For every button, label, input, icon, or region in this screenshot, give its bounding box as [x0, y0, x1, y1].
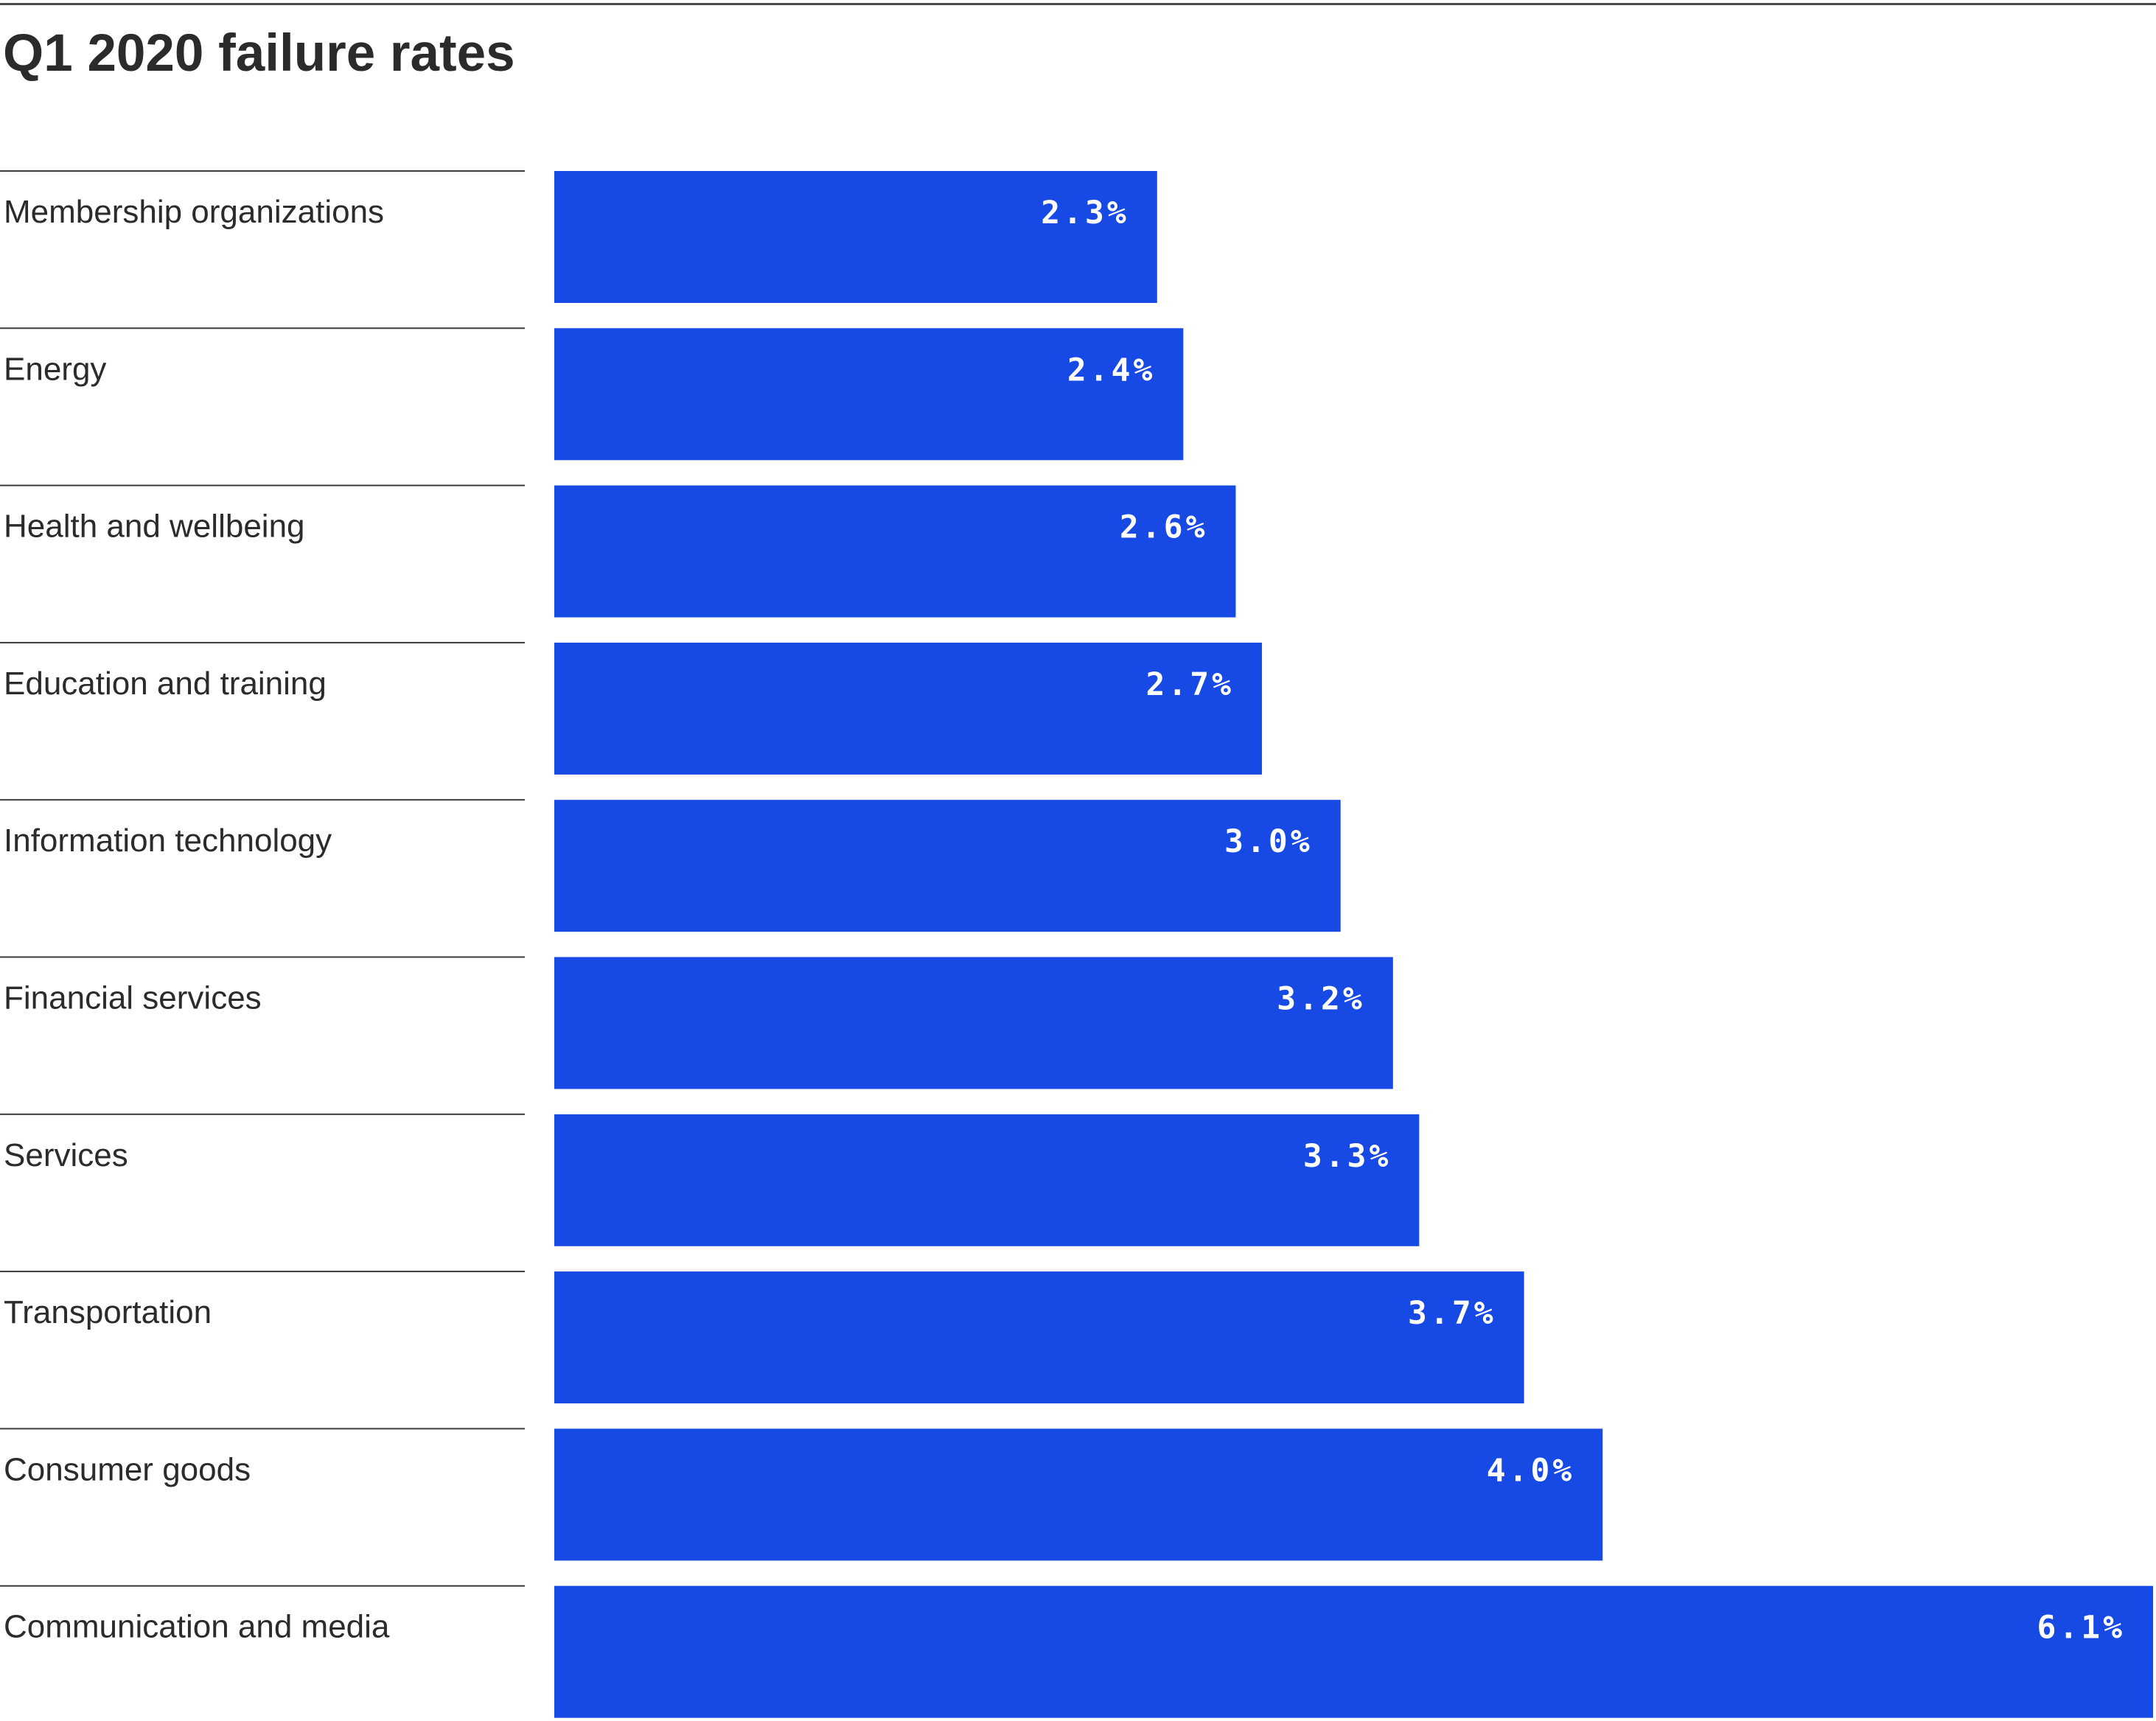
value-label: 3.2% [1277, 981, 1365, 1018]
category-label: Transportation [4, 1294, 212, 1330]
row-divider [0, 956, 525, 958]
bar-row: Services 3.3% [0, 1113, 1420, 1246]
bar [554, 328, 1184, 461]
row-divider [0, 641, 525, 643]
category-label: Financial services [4, 980, 262, 1016]
bar [554, 642, 1263, 775]
bar-chart: Membership organizations 2.3% Energy 2.4% He… [0, 170, 2153, 1718]
row-divider [0, 1585, 525, 1587]
bar [554, 1114, 1420, 1246]
value-label: 2.4% [1067, 352, 1156, 388]
bar [554, 1585, 2153, 1718]
row-divider [0, 170, 525, 172]
value-label: 2.7% [1145, 666, 1234, 703]
bar-row: Energy 2.4% [0, 327, 1184, 461]
bar [554, 171, 1157, 303]
value-label: 6.1% [2037, 1610, 2125, 1647]
value-label: 4.0% [1487, 1452, 1575, 1489]
bar-row: Information technology 3.0% [0, 799, 1341, 932]
value-label: 2.6% [1120, 509, 1208, 546]
bar-row: Education and training 2.7% [0, 641, 1263, 775]
row-divider [0, 484, 525, 486]
row-divider [0, 799, 525, 801]
bar [554, 1271, 1524, 1404]
bar [554, 800, 1341, 932]
bar-row: Membership organizations 2.3% [0, 170, 1157, 303]
row-divider [0, 1113, 525, 1115]
bar [554, 1428, 1603, 1561]
row-divider [0, 1428, 525, 1430]
bar-row: Financial services 3.2% [0, 956, 1393, 1089]
category-label: Communication and media [4, 1609, 390, 1645]
category-label: Consumer goods [4, 1451, 251, 1487]
value-label: 2.3% [1041, 195, 1129, 231]
row-divider [0, 1271, 525, 1273]
category-label: Information technology [4, 823, 332, 859]
category-label: Health and wellbeing [4, 509, 305, 545]
bar [554, 957, 1393, 1089]
bar [554, 485, 1236, 618]
bar-row: Transportation 3.7% [0, 1271, 1524, 1404]
category-label: Education and training [4, 666, 327, 702]
category-label: Services [4, 1137, 128, 1173]
bar-row: Health and wellbeing 2.6% [0, 484, 1236, 618]
value-label: 3.3% [1303, 1138, 1392, 1175]
bar-row: Communication and media 6.1% [0, 1585, 2153, 1718]
bar-row: Consumer goods 4.0% [0, 1428, 1603, 1561]
value-label: 3.0% [1224, 823, 1313, 860]
value-label: 3.7% [1408, 1295, 1496, 1332]
category-label: Membership organizations [4, 194, 384, 230]
row-divider [0, 327, 525, 329]
category-label: Energy [4, 351, 106, 387]
